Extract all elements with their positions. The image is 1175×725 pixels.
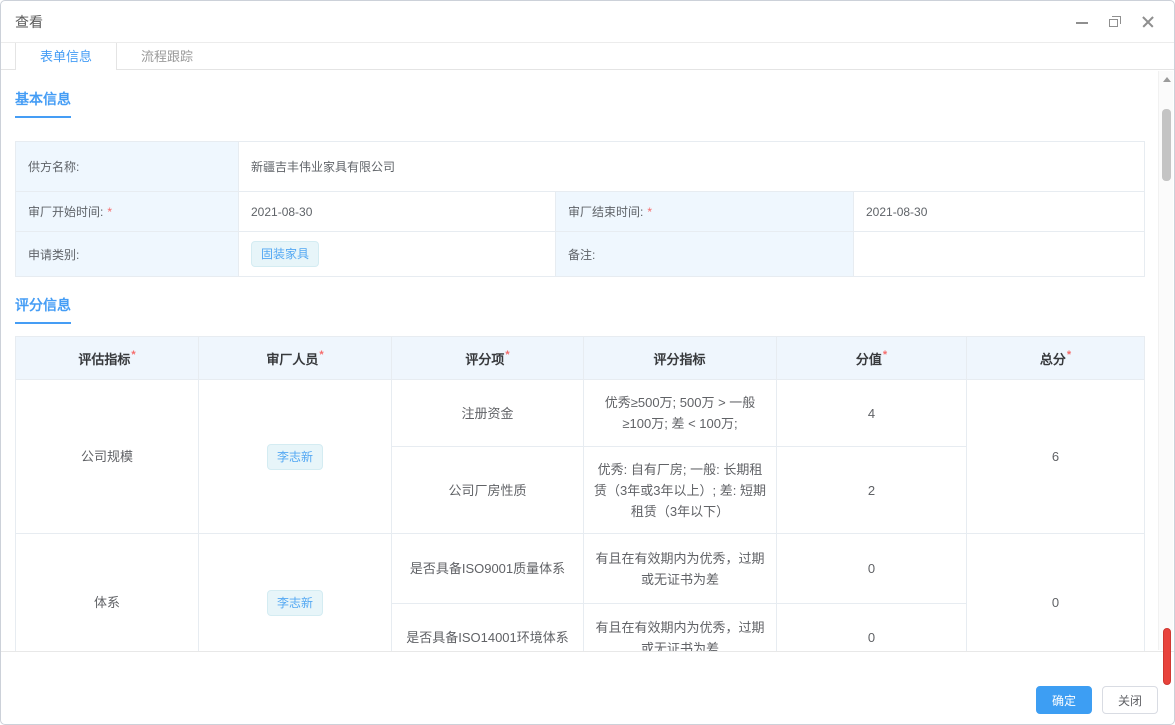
auditor-cell: 李志新 [199,534,392,652]
supplier-name-label: 供方名称: [16,142,239,192]
audit-end-label: 审厂结束时间: * [556,192,854,232]
column-header-scoring-item: 评分项* [392,337,584,380]
section-title-basic-info: 基本信息 [15,89,1145,109]
score-cell: 0 [777,604,967,652]
content-area: 基本信息 供方名称: 新疆吉丰伟业家具有限公司 审厂开始时间: * 2021-0… [1,71,1174,651]
red-scrollbar-thumb[interactable] [1163,628,1171,685]
section-underline [15,322,71,324]
scoring-item-cell: 是否具备ISO14001环境体系 [392,604,584,652]
dialog-title: 查看 [15,12,43,32]
confirm-button[interactable]: 确定 [1036,686,1092,714]
tab-process-tracking[interactable]: 流程跟踪 [117,43,217,70]
application-category-cell: 固装家具 [239,232,556,277]
close-window-button[interactable] [1140,14,1156,30]
scoring-criteria-cell: 有且在有效期内为优秀，过期或无证书为差 [584,534,777,604]
section-title-scoring-info: 评分信息 [15,295,1145,315]
remark-value [854,232,1145,277]
scoring-criteria-cell: 优秀≥500万; 500万 > 一般≥100万; 差 < 100万; [584,380,777,447]
minimize-button[interactable] [1074,14,1090,30]
evaluation-indicator-cell: 公司规模 [16,380,199,534]
scoring-criteria-cell: 优秀: 自有厂房; 一般: 长期租赁（3年或3年以上）; 差: 短期租赁（3年以… [584,447,777,534]
scoring-criteria-cell: 有且在有效期内为优秀，过期或无证书为差 [584,604,777,652]
total-score-cell: 0 [967,534,1145,652]
basic-info-form: 供方名称: 新疆吉丰伟业家具有限公司 审厂开始时间: * 2021-08-30 … [15,141,1145,277]
scrollbar-thumb[interactable] [1162,109,1171,181]
minimize-icon [1076,22,1088,24]
scoring-table: 评估指标* 审厂人员* 评分项* 评分指标 分值* 总分* 公司规模 李志新 注… [15,336,1145,651]
tab-bar: 表单信息 流程跟踪 [1,42,1174,70]
audit-start-value: 2021-08-30 [239,192,556,232]
application-category-label: 申请类别: [16,232,239,277]
column-header-auditor: 审厂人员* [199,337,392,380]
window-controls [1074,14,1156,30]
table-row: 公司规模 李志新 注册资金 优秀≥500万; 500万 > 一般≥100万; 差… [16,380,1145,447]
view-dialog: 查看 表单信息 流程跟踪 基本信息 供方名称: 新疆吉丰伟业家具有限公司 [0,0,1175,725]
scoring-item-cell: 是否具备ISO9001质量体系 [392,534,584,604]
auditor-cell: 李志新 [199,380,392,534]
table-header-row: 评估指标* 审厂人员* 评分项* 评分指标 分值* 总分* [16,337,1145,380]
dialog-titlebar: 查看 [1,1,1174,42]
audit-start-label: 审厂开始时间: * [16,192,239,232]
total-score-cell: 6 [967,380,1145,534]
remark-label: 备注: [556,232,854,277]
score-cell: 4 [777,380,967,447]
scoring-item-cell: 公司厂房性质 [392,447,584,534]
score-cell: 2 [777,447,967,534]
scroll-up-button[interactable] [1159,73,1174,87]
evaluation-indicator-cell: 体系 [16,534,199,652]
tab-form-info[interactable]: 表单信息 [15,43,117,70]
restore-button[interactable] [1107,14,1123,30]
required-asterisk: * [107,205,112,219]
auditor-tag: 李志新 [267,590,323,616]
application-category-tag: 固装家具 [251,241,319,267]
scoring-item-cell: 注册资金 [392,380,584,447]
column-header-score: 分值* [777,337,967,380]
audit-end-value: 2021-08-30 [854,192,1145,232]
column-header-total-score: 总分* [967,337,1145,380]
dialog-footer: 确定 关闭 [1,651,1174,724]
supplier-name-value: 新疆吉丰伟业家具有限公司 [239,142,1145,192]
column-header-scoring-criteria: 评分指标 [584,337,777,380]
score-cell: 0 [777,534,967,604]
section-underline [15,116,71,118]
arrow-up-icon [1163,77,1171,82]
vertical-scrollbar[interactable] [1158,71,1173,650]
required-asterisk: * [647,205,652,219]
column-header-evaluation-indicator: 评估指标* [16,337,199,380]
table-row: 体系 李志新 是否具备ISO9001质量体系 有且在有效期内为优秀，过期或无证书… [16,534,1145,604]
auditor-tag: 李志新 [267,444,323,470]
close-dialog-button[interactable]: 关闭 [1102,686,1158,714]
